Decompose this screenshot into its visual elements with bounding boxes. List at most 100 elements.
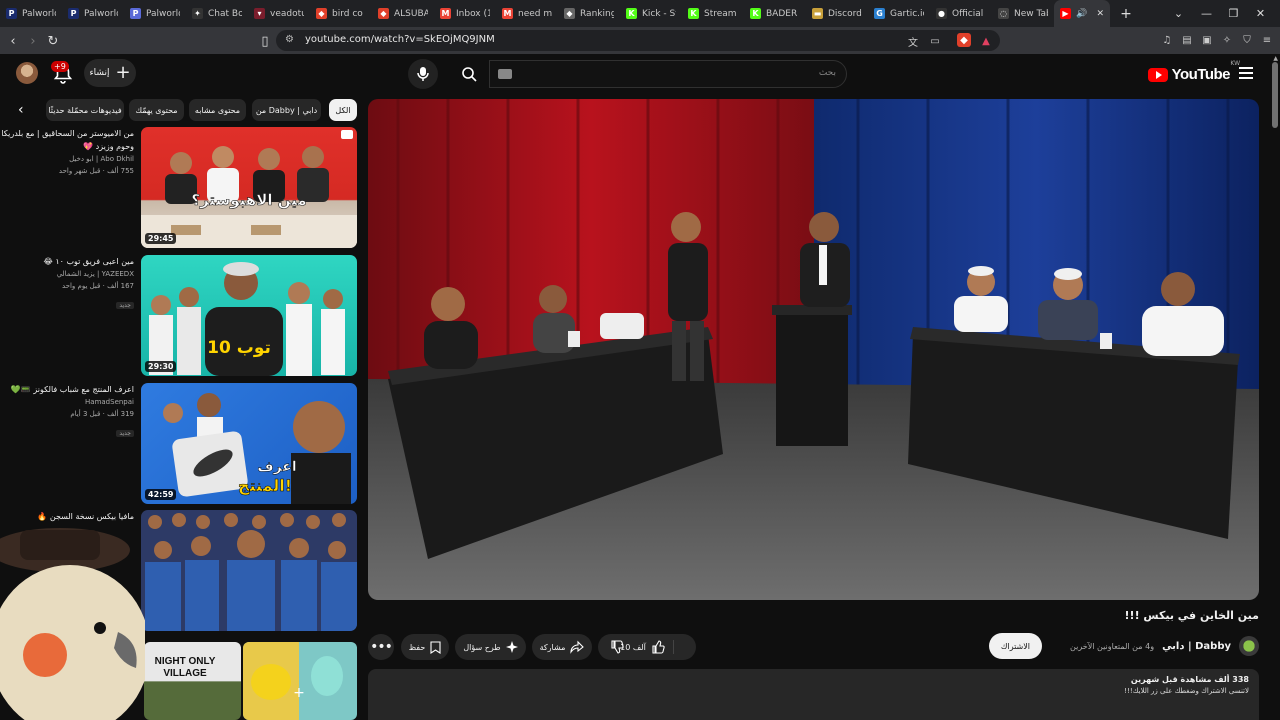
tab-favicon-icon: ◌ xyxy=(998,8,1009,19)
tab-item[interactable]: G Gartic.io xyxy=(868,0,930,27)
list-item[interactable]: مين الاهبوستر؟ 29:45 من الاميوستر من الس… xyxy=(0,127,360,251)
channel-name[interactable]: Dabby | دابي xyxy=(1162,641,1231,652)
video-player[interactable] xyxy=(368,99,1259,600)
chip-recently-uploaded[interactable]: فيديوهات محمّلة حديثًا xyxy=(46,99,124,121)
chip-related[interactable]: محتوى مشابه xyxy=(189,99,246,121)
vpn-icon[interactable]: ⛉ xyxy=(1240,33,1254,47)
url-field[interactable]: ⚙ youtube.com/watch?v=SkEOjMQ9JNM 文 ▭ ◆ … xyxy=(276,30,1000,51)
browser-window: { "browser": { "tabs": [ {"label": "Palw… xyxy=(0,0,1280,720)
channel-name[interactable]: Abo Dkhil | ابو دخيل xyxy=(0,153,134,165)
minimize-button[interactable]: — xyxy=(1193,0,1220,27)
scroll-up-icon[interactable]: ▲ xyxy=(1273,55,1278,62)
video-thumbnail[interactable]: اعرف المنتج! 42:59 xyxy=(141,383,357,504)
search-button[interactable] xyxy=(450,60,488,88)
thumbnail-art: توب 10 xyxy=(149,262,345,376)
tab-favicon-icon: ✦ xyxy=(192,8,203,19)
notifications-button[interactable]: +9 xyxy=(51,61,74,85)
save-label: حفظ xyxy=(408,642,426,652)
tab-item[interactable]: ✦ Chat Bo xyxy=(186,0,248,27)
search-input[interactable]: بحث xyxy=(489,60,847,88)
description-box[interactable]: 338 ألف مشاهدة قبل شهرين لاتنسى الاشتراك… xyxy=(368,669,1259,720)
forward-button[interactable]: › xyxy=(24,32,42,50)
translate-icon[interactable]: 文 xyxy=(906,34,920,49)
channel-name[interactable]: YAZEEDX | يزيد الشمالي xyxy=(0,268,134,280)
sparkle-icon xyxy=(505,641,518,653)
chip-from-channel[interactable]: من Dabby | دابي xyxy=(252,99,321,121)
keyboard-icon[interactable] xyxy=(498,69,512,79)
tab-item[interactable]: P Palworld xyxy=(0,0,62,27)
new-tab-button[interactable]: + xyxy=(1116,6,1136,22)
sidebar-icon[interactable]: ▤ xyxy=(1180,33,1194,47)
leo-ai-icon[interactable]: ✧ xyxy=(1220,33,1234,47)
chip-all[interactable]: الكل xyxy=(329,99,357,121)
video-thumbnail[interactable]: توب 10 29:30 xyxy=(141,255,357,376)
tab-search-chevron-icon[interactable]: ⌄ xyxy=(1165,0,1192,27)
bookmark-icon[interactable]: ▯ xyxy=(256,32,274,50)
tab-item[interactable]: ● Official xyxy=(930,0,992,27)
maximize-button[interactable]: ❐ xyxy=(1220,0,1247,27)
tab-item[interactable]: M Inbox (1 xyxy=(434,0,496,27)
video-title[interactable]: اعرف المنتج مع شباب فالكونز 📟💚 xyxy=(0,383,134,396)
share-button[interactable]: مشاركة xyxy=(532,634,592,660)
wallet-icon[interactable]: ▣ xyxy=(1200,33,1214,47)
video-meta: مين اعبى فريق توب ١٠ 😂 YAZEEDX | يزيد ال… xyxy=(0,255,134,311)
video-thumbnail[interactable]: مين الاهبوستر؟ 29:45 xyxy=(141,127,357,248)
list-item[interactable]: اعرف المنتج! 42:59 اعرف المنتج مع شباب ف… xyxy=(0,383,360,507)
tab-title: ALSUBA xyxy=(394,8,428,19)
video-title[interactable]: مين اعبى فريق توب ١٠ 😂 xyxy=(0,255,134,268)
tab-close-icon[interactable]: ✕ xyxy=(1096,9,1104,19)
cast-icon[interactable]: ▭ xyxy=(928,34,942,48)
tab-item[interactable]: ▬ Discord xyxy=(806,0,868,27)
list-item[interactable]: توب 10 29:30 مين اعبى فريق توب ١٠ 😂 YAZE… xyxy=(0,255,360,379)
tab-item[interactable]: ◌ New Tab xyxy=(992,0,1054,27)
video-title[interactable]: من الاميوستر من السحاقيق | مع بلدريكا xyxy=(0,127,134,140)
close-window-button[interactable]: ✕ xyxy=(1247,0,1274,27)
tab-item[interactable]: ◆ bird co xyxy=(310,0,372,27)
tab-item[interactable]: Mneed m xyxy=(496,0,558,27)
reload-button[interactable]: ↻ xyxy=(44,32,62,50)
video-thumbnail[interactable] xyxy=(141,510,357,631)
tab-title: Inbox (1 xyxy=(456,8,490,19)
tab-item[interactable]: K BADER xyxy=(744,0,806,27)
tab-item[interactable]: ▾ veadotu xyxy=(248,0,310,27)
music-icon[interactable]: ♫ xyxy=(1160,33,1174,47)
video-title-line2[interactable]: وحوم وزيزد 💖 xyxy=(0,140,134,153)
tab-item[interactable]: K Stream xyxy=(682,0,744,27)
tab-item[interactable]: ◆ Ranking xyxy=(558,0,620,27)
page-scrollbar[interactable] xyxy=(1272,62,1278,128)
thumb-text-2: المنتج! xyxy=(238,476,292,495)
back-button[interactable]: ‹ xyxy=(4,32,22,50)
tab-active-youtube[interactable]: ▶ 🔊 ✕ xyxy=(1054,0,1110,27)
like-button[interactable]: 10 آلف xyxy=(620,640,674,654)
tab-favicon-icon: K xyxy=(750,8,761,19)
logo-text: YouTube xyxy=(1171,66,1231,83)
youtube-logo[interactable]: YouTube KW xyxy=(1147,60,1240,83)
tab-favicon-icon: P xyxy=(6,8,17,19)
menu-icon[interactable]: ≡ xyxy=(1260,33,1274,47)
tab-favicon-icon: ◆ xyxy=(378,8,389,19)
tab-item[interactable]: K Kick - St xyxy=(620,0,682,27)
subscribe-button[interactable]: الاشتراك xyxy=(988,633,1043,659)
tab-item[interactable]: P Palworld xyxy=(124,0,186,27)
channel-name[interactable]: HamadSenpai xyxy=(0,396,134,408)
thumbs-down-icon[interactable] xyxy=(610,640,624,654)
voice-search-button[interactable] xyxy=(408,59,438,89)
ask-button[interactable]: طرح سؤال xyxy=(455,634,526,660)
brave-shield-icon[interactable]: ◆ xyxy=(957,33,971,47)
tab-title: Discord xyxy=(828,8,862,19)
chip-for-you[interactable]: محتوى يهمّك xyxy=(129,99,184,121)
audio-icon[interactable]: 🔊 xyxy=(1076,9,1087,19)
save-button[interactable]: حفظ xyxy=(401,634,449,660)
channel-avatar[interactable] xyxy=(1239,636,1259,656)
rewards-icon[interactable]: ▲ xyxy=(979,34,993,48)
video-thumbnail[interactable]: NIGHT ONLY VILLAGE xyxy=(144,642,241,720)
site-info-icon[interactable]: ⚙ xyxy=(285,34,294,45)
collaborators-text[interactable]: و4 من المتعاونين الآخرين xyxy=(1070,642,1154,651)
tab-item[interactable]: ◆ ALSUBA xyxy=(372,0,434,27)
create-button[interactable]: إنشاء + xyxy=(84,59,136,87)
avatar[interactable] xyxy=(16,62,38,84)
guide-menu-icon[interactable] xyxy=(1239,67,1253,79)
tab-item[interactable]: P Palworld xyxy=(62,0,124,27)
video-thumbnail[interactable]: + xyxy=(243,642,357,720)
more-actions-button[interactable]: ••• xyxy=(368,634,394,660)
